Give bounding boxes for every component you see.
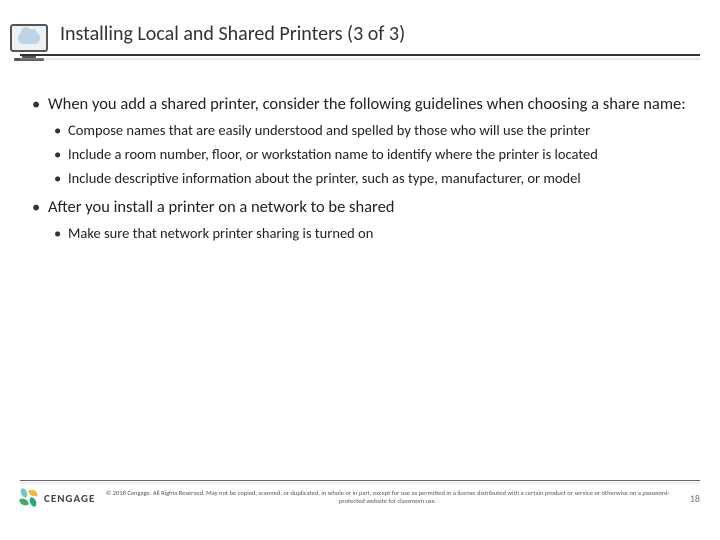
cloud-icon: [18, 32, 40, 44]
bullet-level1: After you install a printer on a network…: [30, 197, 690, 218]
brand-mark-icon: [20, 489, 38, 507]
copyright-text: © 2018 Cengage. All Rights Reserved. May…: [95, 490, 680, 506]
slide-footer: CENGAGE © 2018 Cengage. All Rights Reser…: [0, 480, 720, 540]
bullet-level1: When you add a shared printer, consider …: [30, 94, 690, 115]
monitor-cloud-icon: [10, 24, 48, 52]
slide-header: Installing Local and Shared Printers (3 …: [0, 0, 720, 54]
bullet-level2: Make sure that network printer sharing i…: [52, 224, 690, 242]
header-rule: [0, 54, 720, 56]
brand-name: CENGAGE: [44, 492, 95, 505]
slide-title: Installing Local and Shared Printers (3 …: [60, 22, 700, 46]
slide-content: When you add a shared printer, consider …: [0, 56, 720, 242]
footer-rule: [20, 480, 700, 481]
bullet-level2: Include a room number, floor, or worksta…: [52, 145, 690, 163]
bullet-level2: Compose names that are easily understood…: [52, 121, 690, 139]
page-number: 18: [680, 492, 700, 505]
brand-logo: CENGAGE: [20, 489, 95, 507]
slide: Installing Local and Shared Printers (3 …: [0, 0, 720, 540]
bullet-level2: Include descriptive information about th…: [52, 169, 690, 187]
